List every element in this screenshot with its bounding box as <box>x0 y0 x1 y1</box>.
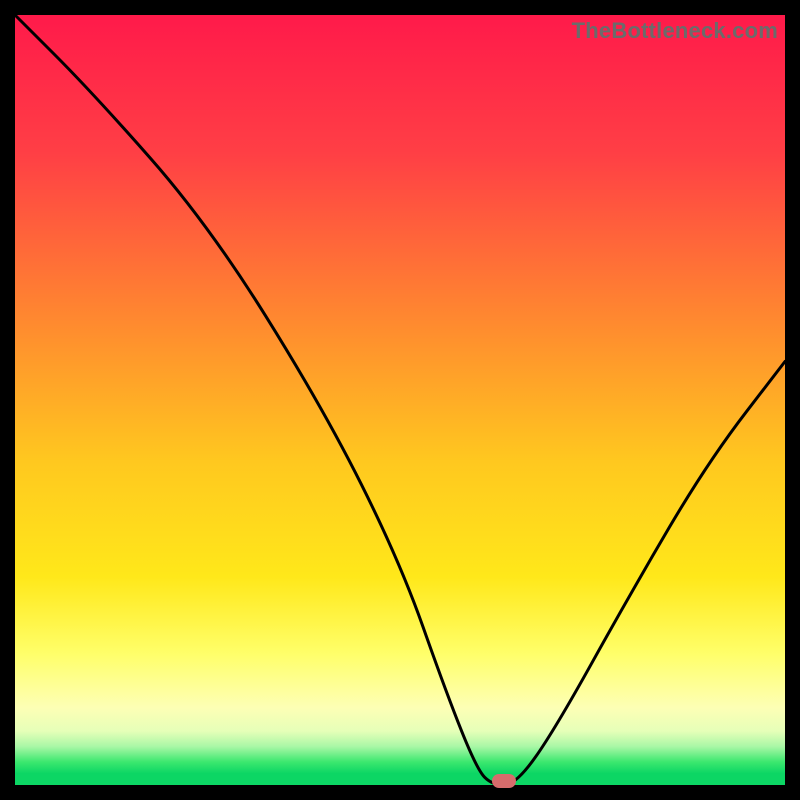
optimal-point-marker <box>492 774 516 788</box>
chart-canvas: TheBottleneck.com <box>0 0 800 800</box>
curve-path <box>15 15 785 785</box>
bottleneck-curve <box>15 15 785 785</box>
watermark-text: TheBottleneck.com <box>572 18 778 44</box>
